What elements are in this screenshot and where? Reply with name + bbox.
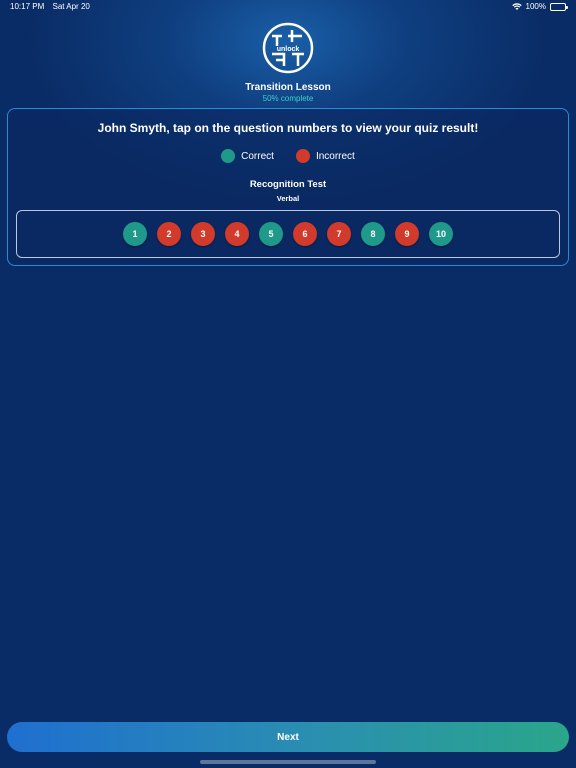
next-button[interactable]: Next xyxy=(7,722,569,752)
test-name: Recognition Test xyxy=(249,179,327,190)
status-left: 10:17 PM Sat Apr 20 xyxy=(10,0,96,14)
correct-dot-icon xyxy=(221,149,236,163)
question-button-7[interactable]: 7 xyxy=(327,222,351,246)
logo-text: unlock xyxy=(277,46,300,53)
unlock-logo: unlock xyxy=(262,22,314,74)
question-button-6[interactable]: 6 xyxy=(293,222,317,246)
lesson-title: Transition Lesson xyxy=(245,82,331,93)
question-button-5[interactable]: 5 xyxy=(259,222,283,246)
question-button-2[interactable]: 2 xyxy=(157,222,181,246)
question-button-3[interactable]: 3 xyxy=(191,222,215,246)
home-indicator xyxy=(200,760,376,764)
wifi-icon xyxy=(511,3,522,10)
legend-incorrect: Incorrect xyxy=(295,149,355,163)
battery-percent: 100% xyxy=(525,2,546,11)
status-time: 10:17 PM xyxy=(10,2,45,11)
question-button-1[interactable]: 1 xyxy=(123,222,147,246)
status-date: Sat Apr 20 xyxy=(52,2,90,11)
lesson-progress: 50% complete xyxy=(262,94,314,103)
question-button-8[interactable]: 8 xyxy=(361,222,385,246)
status-right: 100% xyxy=(511,0,568,14)
legend-correct-label: Correct xyxy=(241,150,274,162)
incorrect-dot-icon xyxy=(295,149,310,163)
question-button-10[interactable]: 10 xyxy=(429,222,453,246)
legend-correct: Correct xyxy=(221,149,274,163)
test-type: Verbal xyxy=(276,194,300,203)
question-button-9[interactable]: 9 xyxy=(395,222,419,246)
legend-incorrect-label: Incorrect xyxy=(315,150,355,162)
question-button-4[interactable]: 4 xyxy=(225,222,249,246)
result-card: John Smyth, tap on the question numbers … xyxy=(7,108,569,266)
legend: Correct Incorrect xyxy=(8,149,568,163)
question-list: 1 2 3 4 5 6 7 8 9 10 xyxy=(16,210,560,258)
battery-icon xyxy=(550,3,568,11)
instruction-text: John Smyth, tap on the question numbers … xyxy=(97,121,479,135)
status-bar: 10:17 PM Sat Apr 20 100% xyxy=(0,0,576,16)
